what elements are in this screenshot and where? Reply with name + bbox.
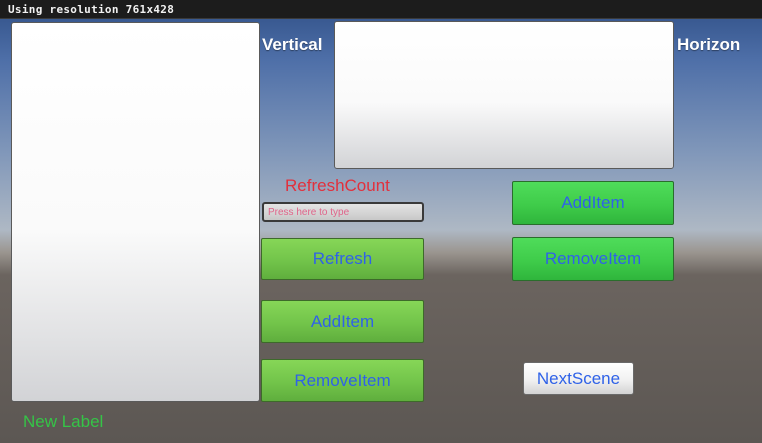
- new-label: New Label: [23, 412, 104, 431]
- add-item-button-left-label: AddItem: [310, 311, 375, 331]
- vertical-label: Vertical: [262, 35, 323, 54]
- resolution-bar: Using resolution 761x428: [0, 0, 762, 19]
- add-item-button-right-label: AddItem: [561, 193, 625, 212]
- vertical-scroll-panel[interactable]: [11, 22, 260, 402]
- refresh-count-label: RefreshCount: [285, 176, 390, 195]
- remove-item-button-left-label: RemoveItem: [294, 370, 391, 390]
- add-item-button-left[interactable]: AddItem: [261, 300, 424, 343]
- refresh-count-input[interactable]: [262, 202, 424, 222]
- resolution-text: Using resolution 761x428: [8, 3, 175, 16]
- remove-item-button-right-label: RemoveItem: [544, 249, 642, 268]
- add-item-button-right[interactable]: AddItem: [512, 181, 674, 225]
- remove-item-button-right[interactable]: RemoveItem: [512, 237, 674, 281]
- horizontal-scroll-panel[interactable]: [334, 21, 674, 169]
- refresh-button-label: Refresh: [312, 249, 373, 268]
- horizontal-label: Horizon: [677, 35, 741, 54]
- refresh-button[interactable]: Refresh: [261, 238, 424, 280]
- next-scene-button-label: NextScene: [536, 368, 621, 388]
- remove-item-button-left[interactable]: RemoveItem: [261, 359, 424, 402]
- next-scene-button[interactable]: NextScene: [523, 362, 634, 395]
